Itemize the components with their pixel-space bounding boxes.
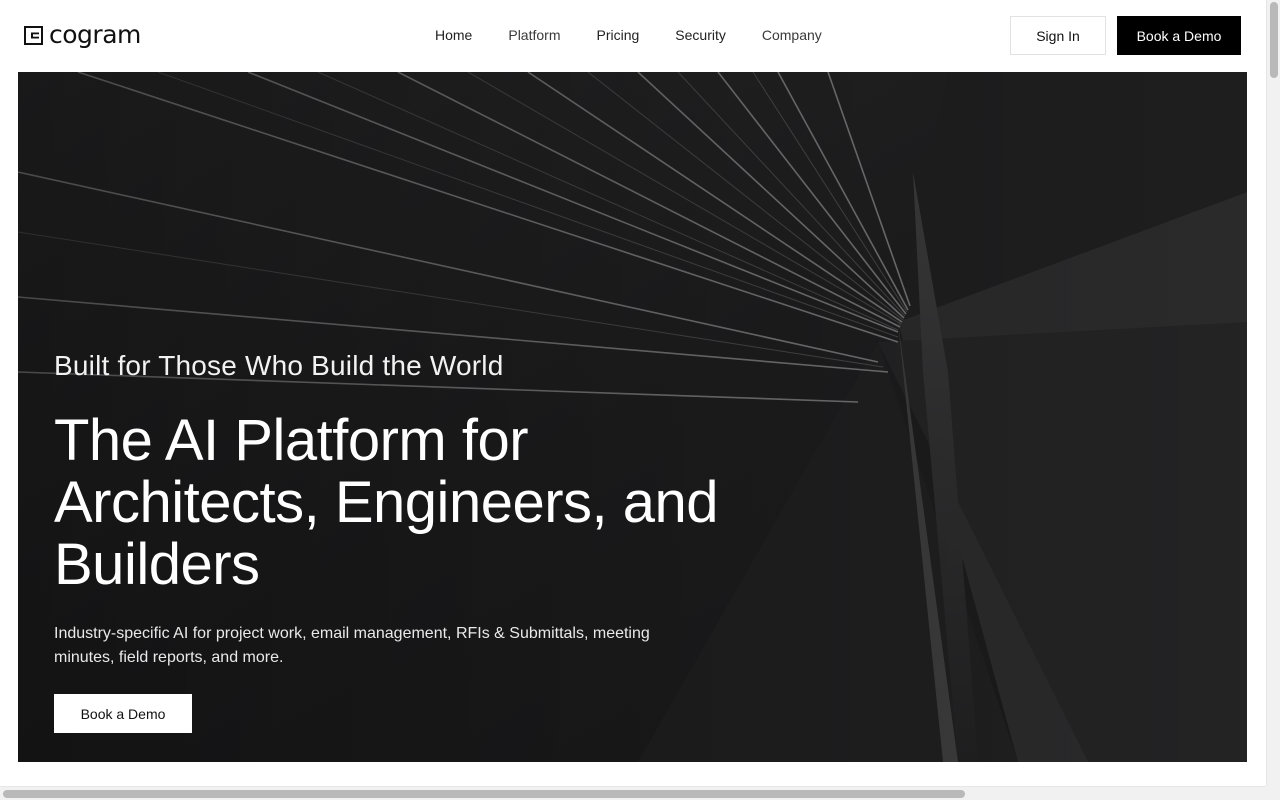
nav-home[interactable]: Home: [417, 22, 490, 48]
vertical-scrollbar-thumb[interactable]: [1270, 2, 1278, 78]
nav-pricing[interactable]: Pricing: [578, 22, 657, 48]
hero-eyebrow: Built for Those Who Build the World: [54, 350, 504, 381]
vertical-scrollbar[interactable]: [1266, 0, 1280, 786]
hero-content: Built for Those Who Build the World The …: [54, 348, 754, 733]
nav-security[interactable]: Security: [657, 22, 744, 48]
book-demo-hero-button[interactable]: Book a Demo: [54, 694, 192, 733]
horizontal-scrollbar-thumb[interactable]: [3, 790, 965, 798]
scrollbar-corner: [1266, 786, 1280, 800]
hero-subtext: Industry-specific AI for project work, e…: [54, 625, 650, 666]
book-demo-header-button[interactable]: Book a Demo: [1117, 16, 1241, 55]
hero-headline: The AI Platform for Architects, Engineer…: [54, 408, 719, 597]
bracket-square-logo-icon: [24, 25, 43, 45]
main-nav: Home Platform Pricing Security Company: [417, 22, 840, 48]
hero-section: Built for Those Who Build the World The …: [18, 72, 1247, 762]
brand-name: cogram: [49, 20, 141, 49]
brand-logo[interactable]: cogram: [24, 22, 141, 48]
nav-company[interactable]: Company: [744, 22, 840, 48]
horizontal-scrollbar[interactable]: [0, 786, 1266, 800]
nav-platform[interactable]: Platform: [490, 22, 578, 48]
sign-in-button[interactable]: Sign In: [1010, 16, 1106, 55]
site-header: cogram Home Platform Pricing Security Co…: [0, 0, 1266, 72]
